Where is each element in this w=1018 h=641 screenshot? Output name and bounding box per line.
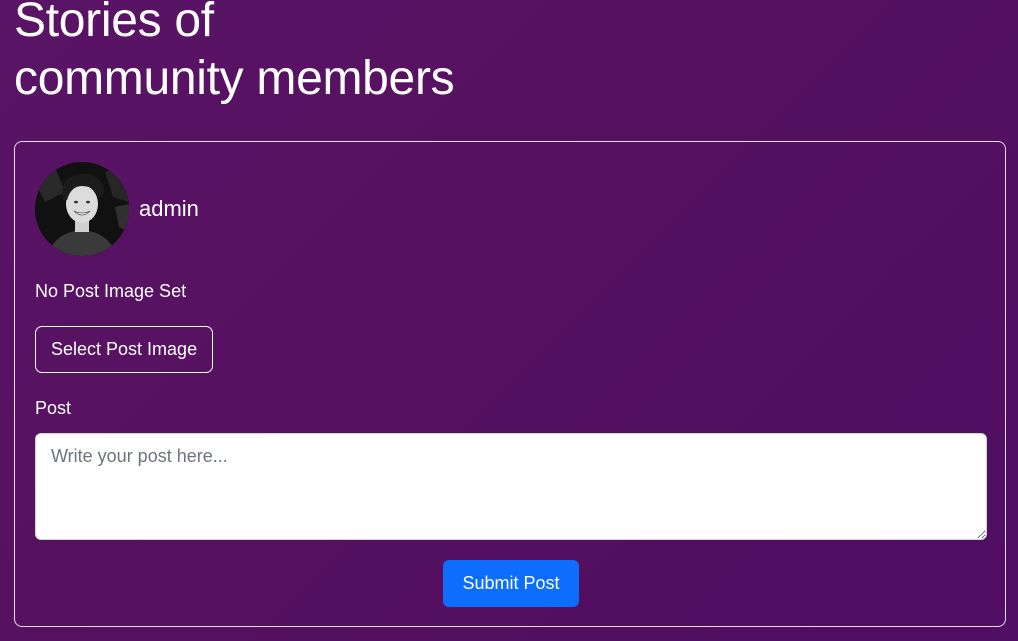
no-image-status: No Post Image Set (35, 281, 187, 301)
post-textarea[interactable] (35, 433, 987, 540)
author-name: admin (139, 196, 199, 221)
avatar (35, 162, 129, 256)
post-label: Post (35, 398, 72, 418)
select-post-image-button[interactable]: Select Post Image (35, 326, 214, 373)
post-composer-card: admin No Post Image Set Select Post Imag… (14, 141, 1006, 627)
user-avatar-icon (35, 162, 129, 256)
page-title: Stories of community members (14, 0, 455, 105)
submit-post-button[interactable]: Submit Post (443, 560, 579, 607)
author-row: admin (35, 162, 199, 256)
